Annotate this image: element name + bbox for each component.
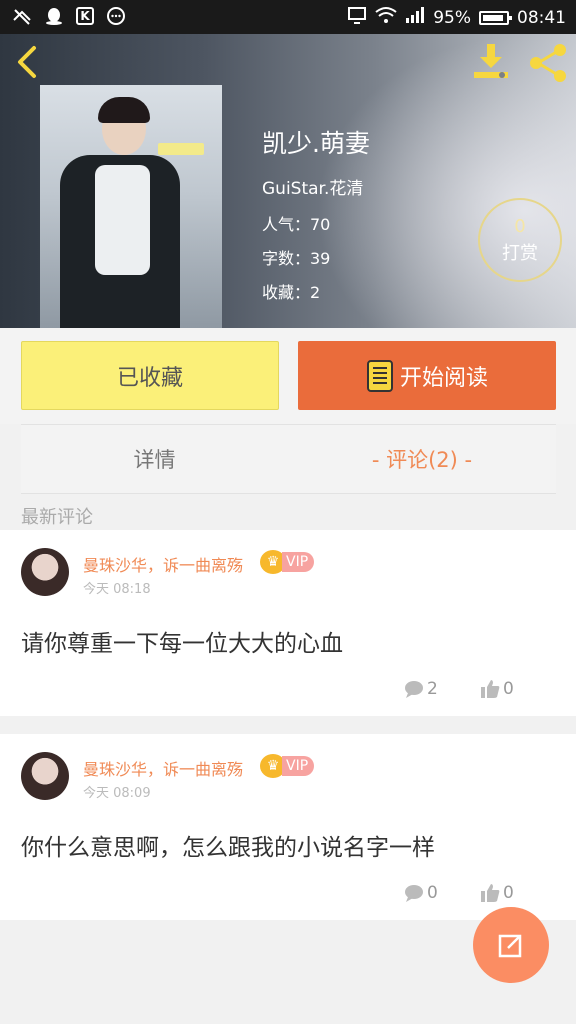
- book-header: 凯少.萌妻 GuiStar.花清 人气：70 字数：39 收藏：2 0 打赏: [0, 34, 576, 328]
- reply-button[interactable]: 2: [404, 679, 438, 699]
- word-count-stat: 字数：39: [262, 249, 331, 268]
- comment-username[interactable]: 曼珠沙华，诉一曲离殇: [83, 756, 243, 780]
- battery-percent: 95%: [433, 7, 471, 28]
- vip-label: VIP: [282, 552, 315, 572]
- chat-icon: [106, 6, 126, 26]
- collected-button[interactable]: 已收藏: [21, 341, 279, 410]
- reply-count: 0: [427, 883, 438, 903]
- share-button[interactable]: [526, 42, 570, 84]
- comment-item: 曼珠沙华，诉一曲离殇 ♛ VIP 今天 08:18 请你尊重一下每一位大大的心血…: [0, 530, 576, 716]
- comment-bubble-icon: [405, 681, 423, 698]
- vip-badge: ♛ VIP: [260, 550, 315, 574]
- battery-icon: [479, 10, 512, 25]
- like-button[interactable]: 0: [480, 883, 514, 903]
- comment-time: 今天 08:18: [83, 582, 151, 597]
- latest-comments-heading: 最新评论: [21, 507, 93, 528]
- tab-detail[interactable]: 详情: [21, 425, 288, 495]
- write-comment-button[interactable]: [473, 907, 549, 983]
- comment-item: 曼珠沙华，诉一曲离殇 ♛ VIP 今天 08:09 你什么意思啊，怎么跟我的小说…: [0, 734, 576, 920]
- reward-button[interactable]: 0 打赏: [478, 198, 562, 282]
- share-icon: [530, 44, 566, 82]
- clock: 08:41: [517, 7, 566, 28]
- comment-time: 今天 08:09: [83, 786, 151, 801]
- cast-icon: [347, 6, 367, 29]
- edit-icon: [498, 934, 522, 958]
- comment-text: 请你尊重一下每一位大大的心血: [21, 631, 343, 657]
- book-author[interactable]: GuiStar.花清: [262, 174, 370, 199]
- collections-stat: 收藏：2: [262, 283, 321, 302]
- back-button[interactable]: [10, 42, 46, 82]
- popularity-stat: 人气：70: [262, 215, 331, 234]
- comment-text: 你什么意思啊，怎么跟我的小说名字一样: [21, 835, 435, 861]
- like-button[interactable]: 0: [480, 679, 514, 699]
- thumbs-up-icon: [481, 680, 500, 698]
- thumbs-up-icon: [481, 884, 500, 902]
- avatar[interactable]: [21, 752, 69, 800]
- book-title: 凯少.萌妻: [262, 129, 370, 158]
- start-reading-label: 开始阅读: [399, 365, 488, 391]
- reply-count: 2: [427, 679, 438, 699]
- action-bar: 已收藏 开始阅读: [0, 328, 576, 424]
- download-button[interactable]: [470, 42, 512, 84]
- tab-bar: 详情 - 评论(2) -: [21, 424, 556, 494]
- vip-label: VIP: [282, 756, 315, 776]
- vip-badge: ♛ VIP: [260, 754, 315, 778]
- reply-button[interactable]: 0: [404, 883, 438, 903]
- like-count: 0: [503, 883, 514, 903]
- wifi-icon: [375, 6, 397, 29]
- book-info: 凯少.萌妻 GuiStar.花清 人气：70 字数：39 收藏：2: [262, 124, 370, 313]
- book-cover[interactable]: [40, 85, 222, 328]
- wifi-off-icon: [12, 6, 32, 26]
- reward-count: 0: [514, 216, 526, 237]
- download-icon: [474, 44, 508, 78]
- start-reading-button[interactable]: 开始阅读: [298, 341, 556, 410]
- tab-comments[interactable]: - 评论(2) -: [288, 425, 556, 495]
- like-count: 0: [503, 679, 514, 699]
- comment-bubble-icon: [405, 885, 423, 902]
- back-arrow-icon: [18, 46, 36, 78]
- status-bar: K 95% 08:41: [0, 0, 576, 34]
- avatar[interactable]: [21, 548, 69, 596]
- reward-label: 打赏: [502, 243, 538, 264]
- qq-icon: [44, 6, 64, 26]
- comment-username[interactable]: 曼珠沙华，诉一曲离殇: [83, 552, 243, 576]
- k-app-icon: K: [76, 7, 94, 25]
- signal-icon: [405, 6, 425, 29]
- book-icon: [366, 359, 393, 392]
